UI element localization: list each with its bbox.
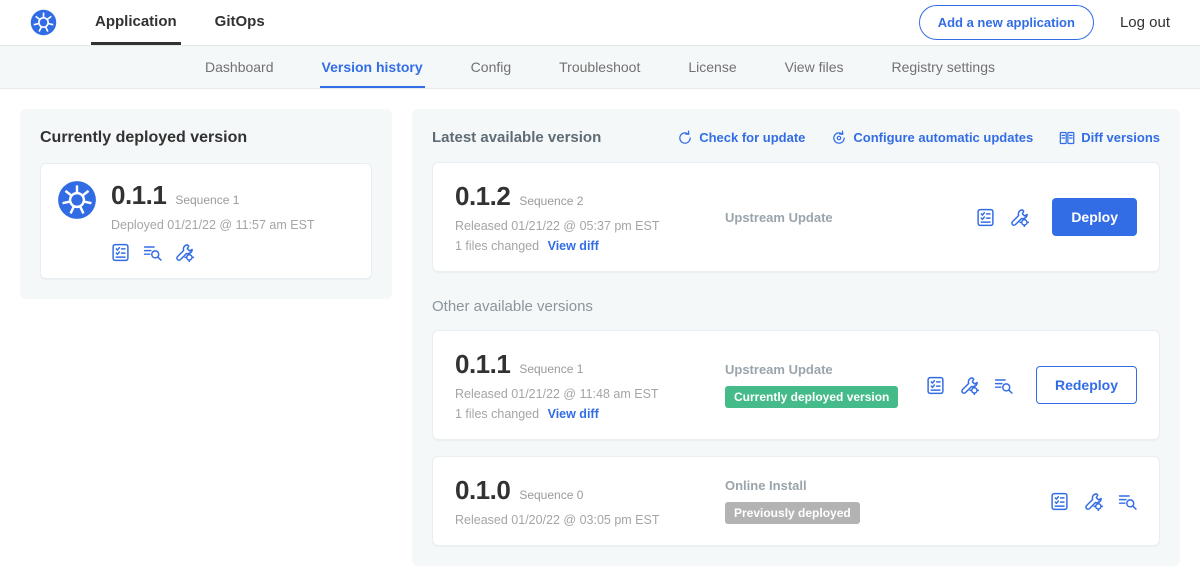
view-diff-link[interactable]: View diff [548,239,599,253]
files-changed-row: 1 files changed View diff [455,239,725,253]
subnav-version-history[interactable]: Version history [320,46,425,88]
currently-deployed-title: Currently deployed version [40,129,372,147]
diff-icon[interactable] [994,376,1013,395]
diff-versions-link[interactable]: Diff versions [1059,130,1160,146]
deployed-version-number: 0.1.1 [111,180,166,211]
deployed-timestamp: Deployed 01/21/22 @ 11:57 am EST [111,218,315,232]
available-versions-panel: Latest available version Check for updat… [412,109,1180,566]
refresh-icon [677,130,693,146]
version-source-block: Upstream Update Currently deployed versi… [725,362,926,408]
files-changed-count: 1 files changed [455,407,539,421]
app-icon [57,180,97,262]
version-row: 0.1.0 Sequence 0 [455,475,725,506]
currently-deployed-panel: Currently deployed version 0.1.1 Sequenc… [20,109,392,299]
release-notes-icon[interactable] [111,243,130,262]
files-changed-row: 1 files changed View diff [455,407,725,421]
version-info: 0.1.0 Sequence 0 Released 01/20/22 @ 03:… [455,475,725,527]
version-header-actions: Check for update Configure automatic upd… [677,130,1160,146]
version-card-012: 0.1.2 Sequence 2 Released 01/21/22 @ 05:… [432,162,1160,272]
view-diff-link[interactable]: View diff [548,407,599,421]
subnav-config[interactable]: Config [469,46,513,88]
version-source-block: Online Install Previously deployed [725,478,1050,524]
topbar-left: Application GitOps [30,0,299,45]
redeploy-button[interactable]: Redeploy [1036,366,1137,404]
version-card-011: 0.1.1 Sequence 1 Released 01/21/22 @ 11:… [432,330,1160,440]
version-info: 0.1.2 Sequence 2 Released 01/21/22 @ 05:… [455,181,725,253]
version-sequence: Sequence 1 [519,362,583,376]
version-number: 0.1.1 [455,349,510,380]
released-timestamp: Released 01/21/22 @ 11:48 am EST [455,387,725,401]
subnav-dashboard[interactable]: Dashboard [203,46,276,88]
version-row: 0.1.1 Sequence 1 [455,349,725,380]
release-notes-icon[interactable] [1050,492,1069,511]
subnav-troubleshoot[interactable]: Troubleshoot [557,46,642,88]
check-for-update-link[interactable]: Check for update [677,130,805,146]
configure-automatic-updates-link[interactable]: Configure automatic updates [831,130,1033,146]
diff-icon[interactable] [1118,492,1137,511]
version-source: Online Install [725,478,1040,493]
previously-deployed-badge: Previously deployed [725,502,860,524]
subnav-view-files[interactable]: View files [783,46,846,88]
deployed-version-row: 0.1.1 Sequence 1 [111,180,315,211]
deployed-version-card: 0.1.1 Sequence 1 Deployed 01/21/22 @ 11:… [40,163,372,279]
version-card-010: 0.1.0 Sequence 0 Released 01/20/22 @ 03:… [432,456,1160,546]
deployed-card-body: 0.1.1 Sequence 1 Deployed 01/21/22 @ 11:… [111,180,315,262]
version-source: Upstream Update [725,362,916,377]
add-application-button[interactable]: Add a new application [919,5,1094,40]
app-subnav: Dashboard Version history Config Trouble… [0,46,1200,89]
version-actions: Redeploy [926,366,1137,404]
auto-update-icon [831,130,847,146]
deploy-button[interactable]: Deploy [1052,198,1137,236]
version-number: 0.1.0 [455,475,510,506]
version-actions: Deploy [976,198,1137,236]
tab-gitops[interactable]: GitOps [211,0,269,45]
latest-available-title: Latest available version [432,129,601,146]
topbar-right: Add a new application Log out [919,0,1170,45]
subnav-license[interactable]: License [686,46,738,88]
version-sequence: Sequence 2 [519,194,583,208]
version-source: Upstream Update [725,210,966,225]
deployed-sequence: Sequence 1 [175,193,239,207]
subnav-registry-settings[interactable]: Registry settings [890,46,997,88]
version-source-block: Upstream Update [725,210,976,225]
config-wrench-icon[interactable] [1010,208,1029,227]
configure-automatic-updates-label: Configure automatic updates [853,130,1033,145]
config-wrench-icon[interactable] [175,243,194,262]
available-versions-header: Latest available version Check for updat… [432,129,1160,146]
check-for-update-label: Check for update [699,130,805,145]
release-notes-icon[interactable] [976,208,995,227]
columns-icon [1059,130,1075,146]
topbar: Application GitOps Add a new application… [0,0,1200,46]
version-row: 0.1.2 Sequence 2 [455,181,725,212]
other-versions-title: Other available versions [432,298,1160,315]
version-sequence: Sequence 0 [519,488,583,502]
release-notes-icon[interactable] [926,376,945,395]
tab-gitops-label: GitOps [215,13,265,30]
tab-application[interactable]: Application [91,0,181,45]
released-timestamp: Released 01/20/22 @ 03:05 pm EST [455,513,725,527]
kubernetes-logo-icon [30,0,57,45]
logout-link[interactable]: Log out [1120,14,1170,31]
version-info: 0.1.1 Sequence 1 Released 01/21/22 @ 11:… [455,349,725,421]
diff-versions-label: Diff versions [1081,130,1160,145]
diff-icon[interactable] [143,243,162,262]
deployed-actions [111,243,315,262]
version-actions [1050,492,1137,511]
version-number: 0.1.2 [455,181,510,212]
config-wrench-icon[interactable] [960,376,979,395]
files-changed-count: 1 files changed [455,239,539,253]
released-timestamp: Released 01/21/22 @ 05:37 pm EST [455,219,725,233]
tab-application-label: Application [95,13,177,30]
currently-deployed-badge: Currently deployed version [725,386,898,408]
main-content: Currently deployed version 0.1.1 Sequenc… [0,89,1200,586]
config-wrench-icon[interactable] [1084,492,1103,511]
